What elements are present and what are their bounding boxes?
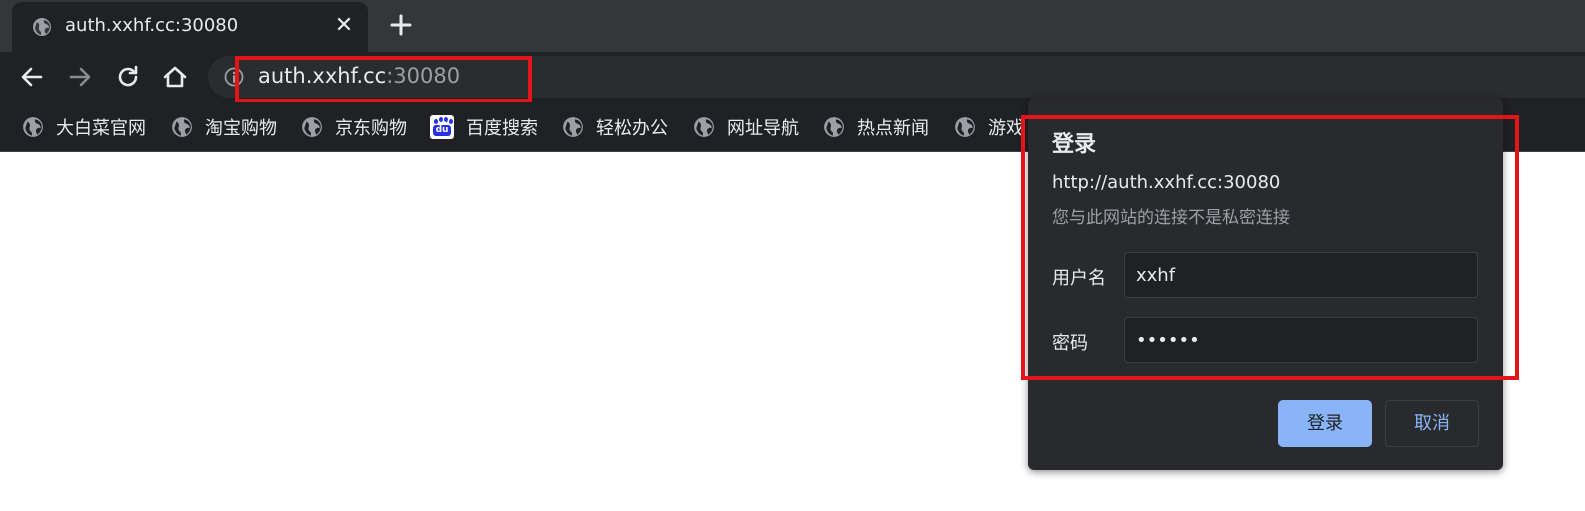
forward-arrow-icon[interactable] bbox=[66, 63, 94, 91]
home-icon[interactable] bbox=[161, 63, 189, 91]
reload-icon[interactable] bbox=[114, 63, 142, 91]
bookmark-label: 京东购物 bbox=[335, 118, 407, 139]
dialog-title: 登录 bbox=[1052, 132, 1097, 157]
password-label: 密码 bbox=[1052, 333, 1088, 354]
password-field[interactable] bbox=[1124, 317, 1478, 363]
tab-title: auth.xxhf.cc:30080 bbox=[65, 15, 239, 36]
bookmark-label: 淘宝购物 bbox=[205, 118, 277, 139]
globe-icon bbox=[172, 117, 192, 137]
login-button[interactable]: 登录 bbox=[1278, 400, 1372, 447]
baidu-icon: du bbox=[430, 115, 454, 139]
bookmark-label: 网址导航 bbox=[727, 118, 799, 139]
close-icon[interactable]: ✕ bbox=[332, 14, 356, 38]
bookmark-item[interactable]: 大白菜官网 bbox=[22, 112, 146, 142]
globe-icon bbox=[563, 117, 583, 137]
new-tab-icon[interactable] bbox=[386, 10, 416, 40]
dialog-origin: http://auth.xxhf.cc:30080 bbox=[1052, 172, 1281, 193]
bookmark-item[interactable]: du 百度搜索 bbox=[430, 112, 538, 142]
bookmark-item[interactable]: 热点新闻 bbox=[823, 112, 929, 142]
bookmark-item[interactable]: 淘宝购物 bbox=[171, 112, 277, 142]
info-icon[interactable] bbox=[224, 67, 244, 87]
browser-tab[interactable]: auth.xxhf.cc:30080 ✕ bbox=[12, 2, 368, 52]
bookmark-item[interactable]: 游戏 bbox=[954, 112, 1024, 142]
cancel-button[interactable]: 取消 bbox=[1385, 400, 1479, 447]
bookmark-label: 热点新闻 bbox=[857, 118, 929, 139]
bookmark-item[interactable]: 京东购物 bbox=[301, 112, 407, 142]
globe-icon bbox=[23, 117, 43, 137]
toolbar: auth.xxhf.cc:30080 bbox=[0, 52, 1585, 102]
globe-icon bbox=[824, 117, 844, 137]
url-text[interactable]: auth.xxhf.cc:30080 bbox=[258, 64, 460, 88]
sign-in-dialog: 登录 http://auth.xxhf.cc:30080 您与此网站的连接不是私… bbox=[1028, 98, 1503, 470]
url-port: :30080 bbox=[386, 64, 461, 88]
bookmark-label: 大白菜官网 bbox=[56, 118, 146, 139]
back-arrow-icon[interactable] bbox=[18, 63, 46, 91]
bookmark-label: 百度搜索 bbox=[466, 118, 538, 139]
address-bar[interactable]: auth.xxhf.cc:30080 bbox=[208, 56, 1585, 98]
bookmark-label: 轻松办公 bbox=[596, 118, 668, 139]
bookmark-item[interactable]: 网址导航 bbox=[693, 112, 799, 142]
bookmark-item[interactable]: 轻松办公 bbox=[562, 112, 668, 142]
tab-strip: auth.xxhf.cc:30080 ✕ bbox=[0, 0, 1585, 52]
connection-warning: 您与此网站的连接不是私密连接 bbox=[1052, 208, 1290, 228]
username-label: 用户名 bbox=[1052, 268, 1106, 289]
globe-icon bbox=[33, 18, 51, 36]
globe-icon bbox=[694, 117, 714, 137]
globe-icon bbox=[302, 117, 322, 137]
globe-icon bbox=[955, 117, 975, 137]
bookmark-label: 游戏 bbox=[988, 118, 1024, 139]
url-host: auth.xxhf.cc bbox=[258, 64, 387, 88]
username-field[interactable] bbox=[1124, 252, 1478, 298]
